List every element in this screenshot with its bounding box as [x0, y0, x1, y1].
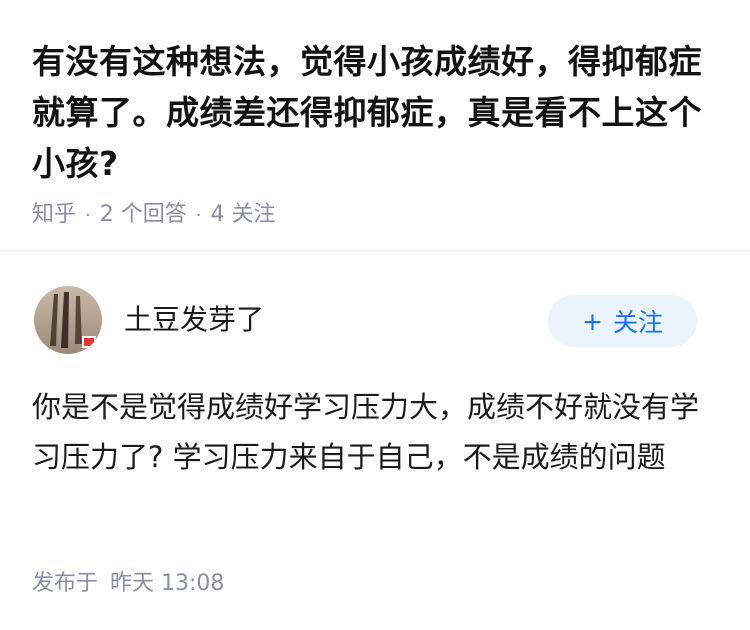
meta-separator: ·	[195, 205, 202, 226]
published-info: 发布于 昨天 13:08	[32, 565, 224, 597]
published-time: 昨天 13:08	[110, 571, 225, 596]
meta-separator: ·	[85, 205, 91, 226]
plus-icon: +	[582, 306, 603, 336]
source-label[interactable]: 知乎	[32, 202, 76, 227]
answers-count[interactable]: 2 个回答	[100, 202, 187, 227]
author-name[interactable]: 土豆发芽了	[124, 298, 264, 338]
question-meta: 知乎 · 2 个回答 · 4 关注	[32, 196, 275, 228]
answer-content[interactable]: 你是不是觉得成绩好学习压力大，成绩不好就没有学习压力了? 学习压力来自于自己，不…	[32, 382, 712, 482]
follow-button[interactable]: + 关注	[548, 295, 697, 347]
section-divider	[0, 250, 750, 251]
published-label: 发布于	[32, 571, 99, 596]
follow-button-label: 关注	[612, 308, 663, 337]
question-title[interactable]: 有没有这种想法，觉得小孩成绩好，得抑郁症就算了。成绩差还得抑郁症，真是看不上这个…	[32, 36, 722, 189]
avatar-image	[34, 286, 102, 354]
followers-count[interactable]: 4 关注	[210, 202, 275, 227]
author-avatar[interactable]	[34, 286, 102, 354]
